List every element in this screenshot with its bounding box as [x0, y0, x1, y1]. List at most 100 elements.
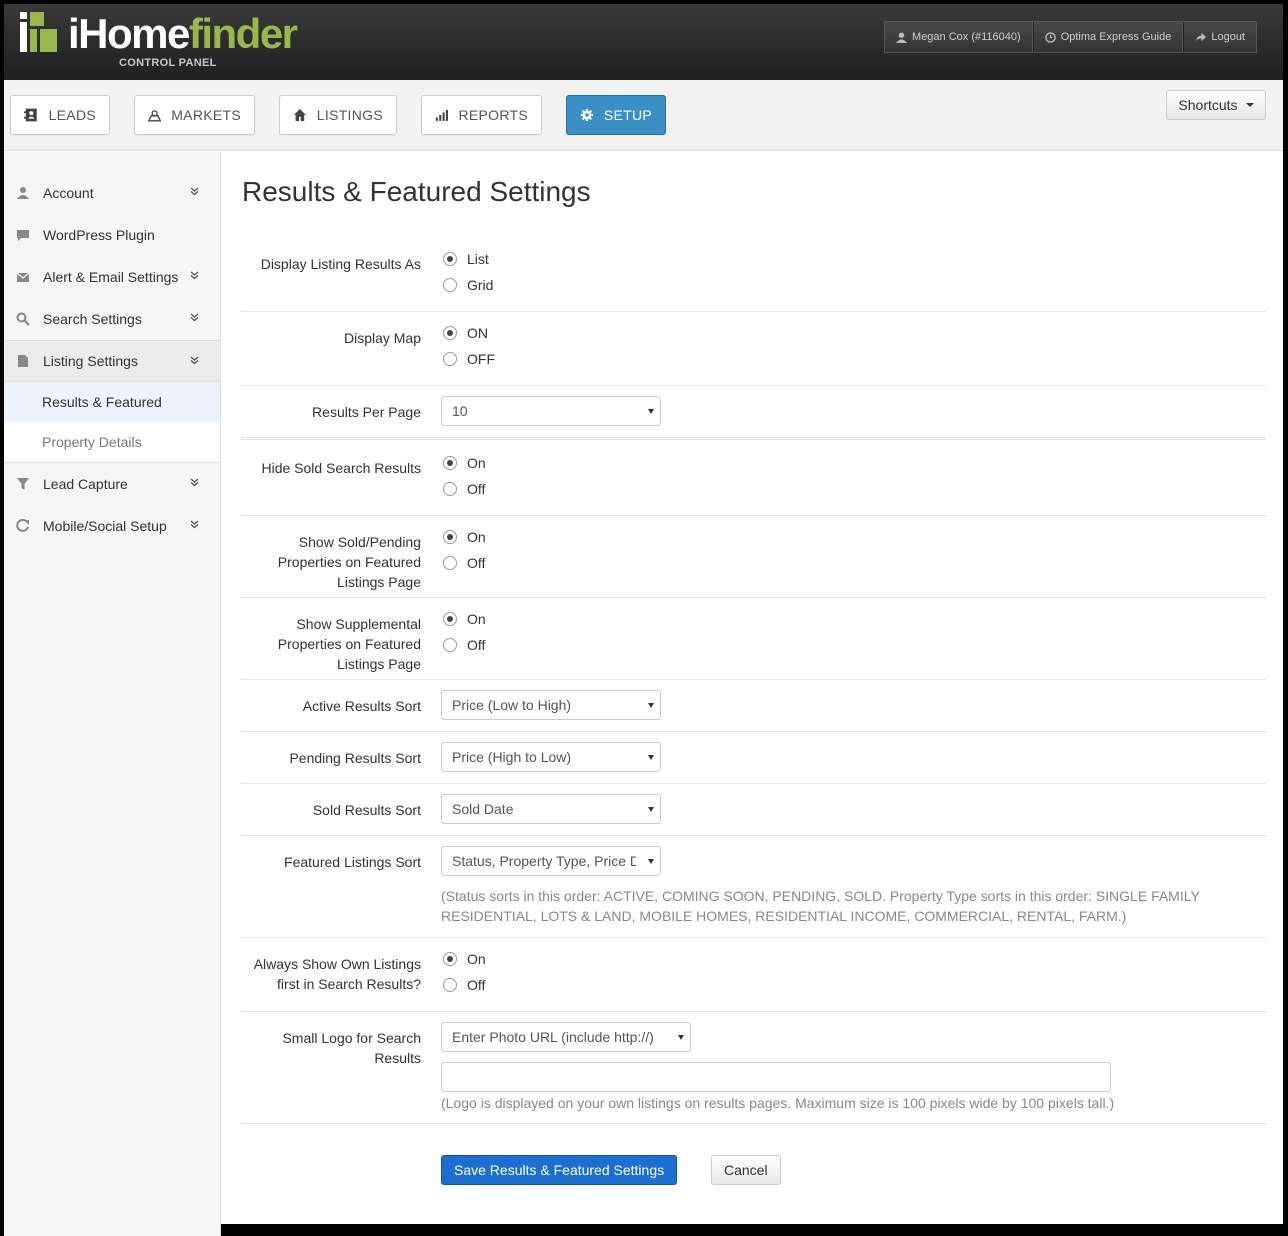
radio-supplemental-on[interactable]: On: [441, 606, 486, 632]
sidebar-item-account[interactable]: Account: [4, 172, 220, 214]
sidebar-subitem-results-featured[interactable]: Results & Featured: [4, 382, 220, 422]
gear-icon: [580, 108, 593, 122]
field-label: Show Supplemental Properties on Featured…: [277, 616, 421, 672]
sidebar-item-wordpress[interactable]: WordPress Plugin: [4, 214, 220, 256]
nav-listings[interactable]: LISTINGS: [279, 95, 397, 135]
form-row-display-as: Display Listing Results As List Grid: [241, 244, 1266, 312]
sidebar-item-label: Lead Capture: [43, 476, 128, 492]
share-arrow-icon: [1196, 32, 1207, 41]
file-icon: [18, 355, 28, 367]
results-per-page-select[interactable]: 10: [441, 396, 661, 426]
radio-label: Off: [467, 481, 486, 497]
radio-button[interactable]: [443, 278, 457, 292]
radio-button[interactable]: [443, 556, 457, 570]
sidebar-item-search[interactable]: Search Settings: [4, 298, 220, 340]
radio-label: On: [467, 455, 486, 471]
sidebar-item-lead-capture[interactable]: Lead Capture: [4, 463, 220, 505]
share-icon: [16, 519, 29, 532]
radio-button[interactable]: [443, 456, 457, 470]
page-title: Results & Featured Settings: [242, 176, 591, 207]
form-row-show-sold-pending: Show Sold/Pending Properties on Featured…: [241, 516, 1266, 598]
radio-supplemental-off[interactable]: Off: [441, 632, 486, 658]
radio-label: On: [467, 951, 486, 967]
nav-leads[interactable]: LEADS: [10, 95, 110, 135]
nav-reports[interactable]: REPORTS: [421, 95, 542, 135]
radio-hide-sold-off[interactable]: Off: [441, 476, 486, 502]
nav-listings-label: LISTINGS: [316, 107, 383, 123]
logo-mark-icon: [20, 12, 57, 52]
radio-button[interactable]: [443, 612, 457, 626]
field-label: Active Results Sort: [302, 698, 421, 714]
form-row-featured-sort: Featured Listings Sort Status, Property …: [241, 836, 1266, 938]
radio-button[interactable]: [443, 530, 457, 544]
select-arrow-icon: [648, 703, 654, 708]
featured-sort-help: (Status sorts in this order: ACTIVE, COM…: [441, 888, 1200, 924]
radio-label: Off: [467, 555, 486, 571]
shortcuts-dropdown[interactable]: Shortcuts: [1166, 90, 1266, 120]
user-icon: [17, 187, 29, 199]
small-logo-source-select[interactable]: Enter Photo URL (include http://): [441, 1022, 691, 1052]
featured-sort-select[interactable]: Status, Property Type, Price Descending: [441, 846, 661, 876]
radio-button[interactable]: [443, 638, 457, 652]
chevron-down-icon: [190, 356, 199, 365]
active-sort-select[interactable]: Price (Low to High): [441, 690, 661, 720]
radio-button[interactable]: [443, 326, 457, 340]
radio-label: List: [467, 251, 489, 267]
form-row-pending-sort: Pending Results Sort Price (High to Low): [241, 732, 1266, 784]
radio-label: Off: [467, 637, 486, 653]
select-arrow-icon: [648, 859, 654, 864]
radio-map-off[interactable]: OFF: [441, 346, 495, 372]
sidebar-item-alert-email[interactable]: Alert & Email Settings: [4, 256, 220, 298]
radio-map-on[interactable]: ON: [441, 320, 495, 346]
select-value: Status, Property Type, Price Descending: [452, 853, 636, 869]
nav-reports-label: REPORTS: [458, 107, 528, 123]
form-row-results-per-page: Results Per Page 10: [241, 386, 1266, 440]
logout-button[interactable]: Logout: [1183, 21, 1257, 53]
sidebar-item-label: Search Settings: [43, 311, 142, 327]
radio-label: OFF: [467, 351, 495, 367]
user-name: Megan Cox (#116040): [912, 31, 1021, 43]
map-marker-icon: [148, 110, 162, 122]
sidebar-item-label: Mobile/Social Setup: [43, 518, 167, 534]
shortcuts-label: Shortcuts: [1178, 97, 1238, 113]
cancel-button[interactable]: Cancel: [711, 1155, 781, 1185]
radio-button[interactable]: [443, 252, 457, 266]
radio-button[interactable]: [443, 978, 457, 992]
sidebar-subitem-property-details[interactable]: Property Details: [4, 422, 220, 462]
search-icon: [16, 312, 30, 326]
pending-sort-select[interactable]: Price (High to Low): [441, 742, 661, 772]
select-value: Price (High to Low): [452, 749, 572, 765]
form-row-hide-sold: Hide Sold Search Results On Off: [241, 440, 1266, 516]
radio-button[interactable]: [443, 952, 457, 966]
brand-name: iHomefinder: [68, 10, 298, 57]
radio-button[interactable]: [443, 482, 457, 496]
save-button[interactable]: Save Results & Featured Settings: [441, 1155, 678, 1185]
radio-hide-sold-on[interactable]: On: [441, 450, 486, 476]
select-arrow-icon: [648, 807, 654, 812]
form-row-small-logo: Small Logo for Search Results Enter Phot…: [241, 1012, 1266, 1124]
sidebar-item-listing-settings[interactable]: Listing Settings: [4, 340, 220, 382]
clock-icon: [1044, 31, 1056, 43]
user-bar: Megan Cox (#116040) Optima Express Guide…: [884, 21, 1257, 53]
form-row-active-sort: Active Results Sort Price (Low to High): [241, 680, 1266, 732]
radio-own-first-on[interactable]: On: [441, 946, 486, 972]
radio-sold-pending-on[interactable]: On: [441, 524, 486, 550]
user-icon: [896, 31, 908, 43]
radio-label: Off: [467, 977, 486, 993]
radio-sold-pending-off[interactable]: Off: [441, 550, 486, 576]
small-logo-url-input[interactable]: [441, 1062, 1111, 1092]
envelope-icon: [16, 272, 30, 282]
field-label: Results Per Page: [312, 404, 421, 420]
sidebar-item-mobile-social[interactable]: Mobile/Social Setup: [4, 505, 220, 547]
guide-button[interactable]: Optima Express Guide: [1032, 21, 1184, 53]
nav-setup[interactable]: SETUP: [566, 95, 666, 135]
select-value: Price (Low to High): [452, 697, 572, 713]
radio-list[interactable]: List: [441, 246, 493, 272]
small-logo-help: (Logo is displayed on your own listings …: [441, 1095, 1115, 1111]
user-account-button[interactable]: Megan Cox (#116040): [884, 21, 1033, 53]
radio-button[interactable]: [443, 352, 457, 366]
radio-grid[interactable]: Grid: [441, 272, 493, 298]
radio-own-first-off[interactable]: Off: [441, 972, 486, 998]
nav-markets[interactable]: MARKETS: [134, 95, 255, 135]
sold-sort-select[interactable]: Sold Date: [441, 794, 661, 824]
